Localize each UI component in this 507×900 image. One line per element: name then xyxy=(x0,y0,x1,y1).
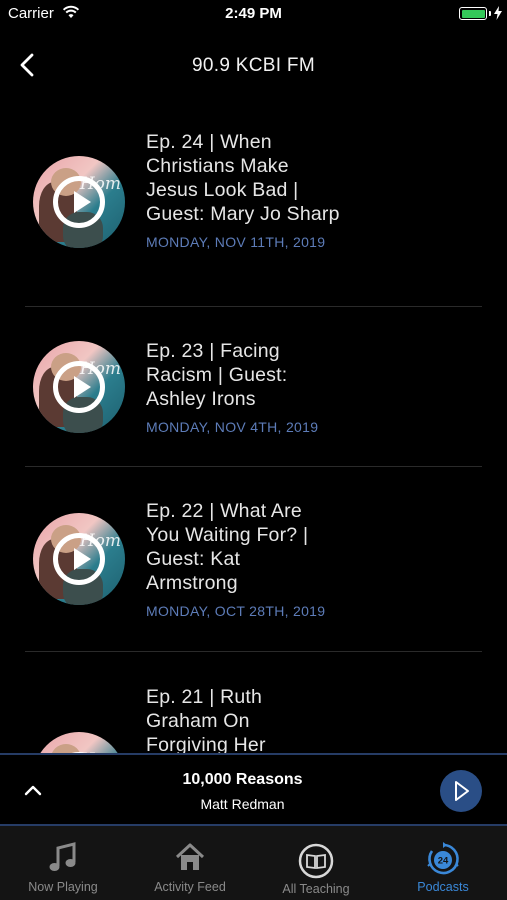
play-icon[interactable] xyxy=(53,533,105,585)
episode-artwork: Hom xyxy=(33,156,125,248)
episode-title: Ep. 23 | Facing Racism | Guest: Ashley I… xyxy=(146,340,288,410)
episode-date: MONDAY, NOV 4TH, 2019 xyxy=(146,419,319,435)
page-title: 90.9 KCBI FM xyxy=(192,55,315,76)
play-icon xyxy=(455,781,469,801)
episode-title: Ep. 24 | When Christians Make Jesus Look… xyxy=(146,131,340,225)
tab-label: Activity Feed xyxy=(154,880,226,894)
episode-title: Ep. 22 | What Are You Waiting For? | Gue… xyxy=(146,500,309,594)
play-icon[interactable] xyxy=(53,361,105,413)
episode-item[interactable]: Hom Ep. 23 | Facing Racism | Guest: Ashl… xyxy=(25,307,482,467)
tab-label: Podcasts xyxy=(417,880,469,894)
episode-date: MONDAY, NOV 11TH, 2019 xyxy=(146,234,326,250)
tab-bar: Now Playing Activity Feed All Teaching 2… xyxy=(0,826,507,900)
nav-bar: 90.9 KCBI FM xyxy=(0,40,507,92)
battery-tip xyxy=(489,11,491,16)
episode-artwork: Hom xyxy=(33,341,125,433)
book-icon xyxy=(298,843,334,879)
episode-item[interactable]: Hom Ep. 24 | When Christians Make Jesus … xyxy=(25,118,482,307)
mini-player[interactable]: 10,000 Reasons Matt Redman xyxy=(0,753,507,826)
tab-activity-feed[interactable]: Activity Feed xyxy=(127,826,253,900)
play-button[interactable] xyxy=(440,770,482,812)
episode-item[interactable]: Hom Ep. 21 | Ruth Graham On Forgiving He… xyxy=(25,652,482,753)
episode-list: Hom Ep. 24 | When Christians Make Jesus … xyxy=(0,118,507,753)
episode-date: MONDAY, OCT 28TH, 2019 xyxy=(146,603,326,619)
episode-title: Ep. 21 | Ruth Graham On Forgiving Her xyxy=(146,686,266,753)
music-note-icon xyxy=(49,842,76,871)
episode-artwork: Hom xyxy=(33,732,125,753)
tab-podcasts[interactable]: 24 Podcasts xyxy=(380,826,506,900)
episode-item[interactable]: Hom Ep. 22 | What Are You Waiting For? |… xyxy=(25,467,482,652)
now-playing-song: 10,000 Reasons xyxy=(182,771,303,788)
now-playing-artist: Matt Redman xyxy=(200,796,285,812)
play-icon[interactable] xyxy=(53,176,105,228)
home-icon xyxy=(175,843,205,870)
charging-bolt-icon xyxy=(494,6,502,20)
status-bar: Carrier 2:49 PM xyxy=(0,0,507,28)
episode-artwork: Hom xyxy=(33,513,125,605)
battery-icon xyxy=(459,7,487,20)
battery-level xyxy=(461,9,485,18)
svg-text:24: 24 xyxy=(438,856,449,867)
podcast-24-icon: 24 xyxy=(427,842,459,875)
tab-label: Now Playing xyxy=(28,880,98,894)
tab-all-teaching[interactable]: All Teaching xyxy=(253,826,379,900)
status-time: 2:49 PM xyxy=(225,5,282,22)
tab-label: All Teaching xyxy=(282,882,350,896)
tab-now-playing[interactable]: Now Playing xyxy=(0,826,126,900)
